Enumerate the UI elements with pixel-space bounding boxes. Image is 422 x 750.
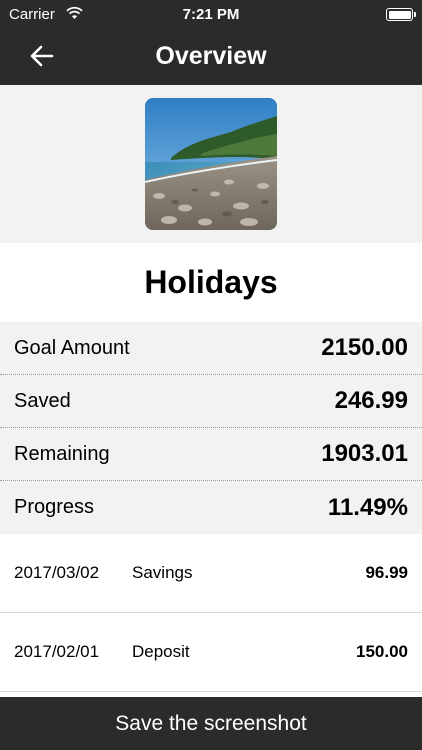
stat-value: 2150.00 [321,334,408,361]
transaction-type: Savings [132,563,193,582]
page-title: Overview [155,42,267,70]
transaction-row[interactable]: 2017/03/02 Savings 96.99 [0,534,422,613]
stat-label: Saved [14,389,71,412]
stat-goal-amount: Goal Amount 2150.00 [0,322,422,375]
save-screenshot-button[interactable]: Save the screenshot [0,697,422,750]
status-time: 7:21 PM [182,6,240,23]
stat-saved: Saved 246.99 [0,375,422,428]
transaction-date: 2017/02/01 [14,642,100,661]
transaction-amount: 150.00 [356,642,408,661]
stat-progress: Progress 11.49% [0,481,422,534]
transaction-amount: 96.99 [365,563,408,582]
transaction-list: 2017/03/02 Savings 96.99 2017/02/01 Depo… [0,534,422,692]
stat-value: 11.49% [327,493,408,521]
top-bar: Carrier 7:21 PM Overview [0,0,422,85]
goal-photo [145,98,277,230]
stat-label: Goal Amount [14,336,130,359]
stat-label: Progress [14,496,95,518]
transaction-row[interactable]: 2017/02/01 Deposit 150.00 [0,613,422,692]
photo-band [0,85,422,243]
stat-value: 246.99 [334,387,408,414]
stat-remaining: Remaining 1903.01 [0,428,422,481]
goal-name: Holidays [0,243,422,322]
status-bar: Carrier 7:21 PM [0,0,422,30]
stat-label: Remaining [14,442,110,465]
transaction-type: Deposit [132,642,190,661]
transaction-date: 2017/03/02 [14,563,100,582]
stats-list: Goal Amount 2150.00 Saved 246.99 Remaini… [0,322,422,534]
battery-icon [386,8,416,21]
stat-value: 1903.01 [321,440,408,467]
